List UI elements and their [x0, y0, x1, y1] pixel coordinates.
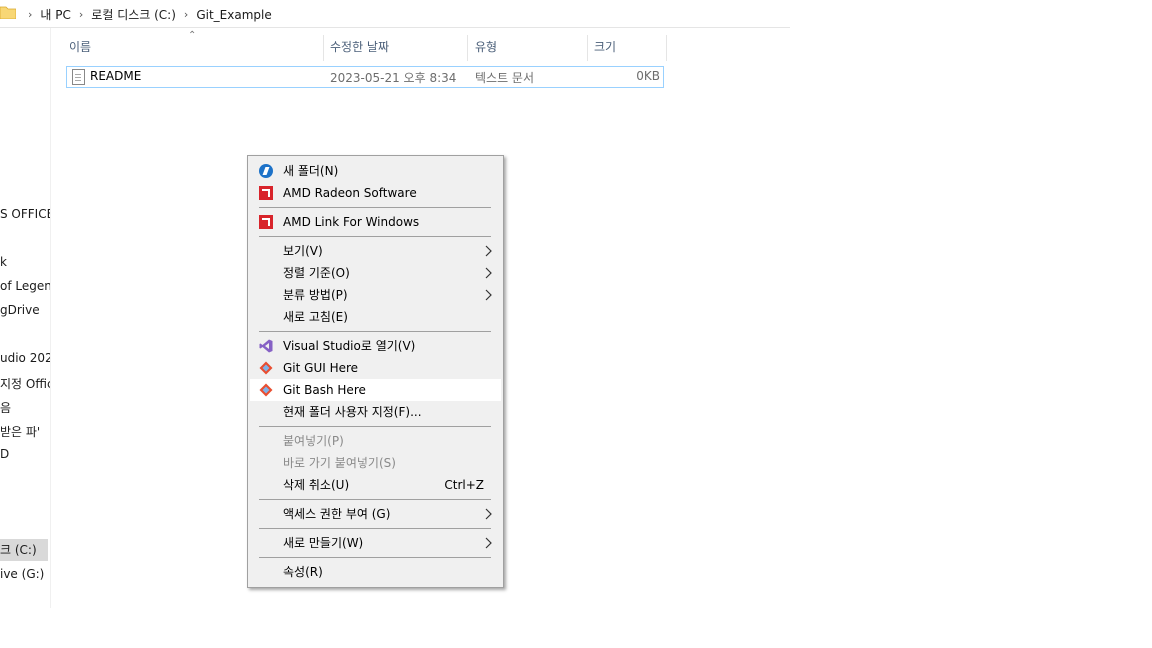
chevron-right-icon[interactable]: › — [79, 8, 83, 21]
menu-divider — [259, 557, 491, 558]
menu-item-group-by[interactable]: 분류 방법(P) — [250, 284, 501, 306]
navigation-pane: S OFFICE k of Legend gDrive udio 202 지정 … — [0, 28, 51, 608]
menu-item-paste[interactable]: 붙여넣기(P) — [250, 430, 501, 452]
menu-item-paste-shortcut[interactable]: 바로 가기 붙여넣기(S) — [250, 452, 501, 474]
menu-divider — [259, 499, 491, 500]
menu-item-git-bash[interactable]: Git Bash Here — [250, 379, 501, 401]
menu-divider — [259, 528, 491, 529]
breadcrumb-item-this-pc[interactable]: 내 PC — [40, 6, 70, 23]
nav-item[interactable]: udio 202 — [0, 351, 50, 365]
column-divider[interactable] — [666, 35, 667, 61]
sort-ascending-icon: ⌃ — [188, 30, 197, 41]
visual-studio-icon — [259, 339, 273, 353]
menu-item-new-folder[interactable]: 새 폴더(N) — [250, 160, 501, 182]
breadcrumb: › 내 PC › 로컬 디스크 (C:) › Git_Example — [20, 6, 272, 23]
file-name: README — [90, 69, 142, 83]
column-header-size[interactable]: 크기 — [594, 35, 616, 59]
breadcrumb-item-local-disk[interactable]: 로컬 디스크 (C:) — [91, 6, 176, 23]
nav-item[interactable]: of Legend — [0, 279, 50, 293]
menu-item-give-access[interactable]: 액세스 권한 부여 (G) — [250, 503, 501, 525]
menu-item-amd-link[interactable]: AMD Link For Windows — [250, 211, 501, 233]
file-date: 2023-05-21 오후 8:34 — [330, 71, 457, 85]
menu-divider — [259, 331, 491, 332]
column-divider[interactable] — [587, 35, 588, 61]
menu-item-new[interactable]: 새로 만들기(W) — [250, 532, 501, 554]
menu-divider — [259, 207, 491, 208]
git-icon — [259, 383, 273, 397]
column-header-name[interactable]: 이름 — [69, 35, 91, 59]
chevron-right-icon — [485, 537, 492, 549]
address-bar[interactable]: › 내 PC › 로컬 디스크 (C:) › Git_Example — [0, 0, 790, 28]
nav-item-drive-g[interactable]: ive (G:) — [0, 567, 44, 581]
chevron-right-icon — [485, 245, 492, 257]
column-header-date[interactable]: 수정한 날짜 — [330, 35, 389, 59]
file-size: 0KB — [636, 69, 660, 83]
breadcrumb-item-git-example[interactable]: Git_Example — [196, 8, 271, 22]
file-type: 텍스트 문서 — [475, 71, 535, 85]
menu-divider — [259, 236, 491, 237]
column-divider[interactable] — [323, 35, 324, 61]
nav-item[interactable]: gDrive — [0, 303, 40, 317]
chevron-right-icon[interactable]: › — [184, 8, 188, 21]
column-header-type[interactable]: 유형 — [475, 35, 497, 59]
amd-icon — [259, 215, 273, 229]
column-divider[interactable] — [467, 35, 468, 61]
file-row[interactable]: README 2023-05-21 오후 8:34 텍스트 문서 0KB — [66, 66, 664, 88]
menu-item-customize-folder[interactable]: 현재 폴더 사용자 지정(F)... — [250, 401, 501, 423]
chevron-right-icon — [485, 289, 492, 301]
context-menu: 새 폴더(N) AMD Radeon Software AMD Link For… — [247, 155, 504, 588]
nav-item[interactable]: S OFFICE — [0, 207, 50, 221]
menu-item-sort-by[interactable]: 정렬 기준(O) — [250, 262, 501, 284]
nav-item[interactable]: 지정 Offic — [0, 375, 50, 392]
git-icon — [259, 361, 273, 375]
chevron-right-icon — [485, 267, 492, 279]
menu-item-amd-radeon[interactable]: AMD Radeon Software — [250, 182, 501, 204]
chevron-right-icon[interactable]: › — [28, 8, 32, 21]
nav-item[interactable]: 음 — [0, 399, 11, 416]
nav-item-local-disk[interactable]: 크 (C:) — [0, 539, 48, 561]
nav-item[interactable]: 받은 파' — [0, 423, 40, 440]
menu-item-refresh[interactable]: 새로 고침(E) — [250, 306, 501, 328]
menu-item-properties[interactable]: 속성(R) — [250, 561, 501, 583]
nav-item[interactable]: k — [0, 255, 7, 269]
menu-item-git-gui[interactable]: Git GUI Here — [250, 357, 501, 379]
folder-icon — [0, 6, 16, 19]
shortcut-label: Ctrl+Z — [444, 478, 484, 492]
text-file-icon — [72, 69, 85, 85]
menu-item-open-visual-studio[interactable]: Visual Studio로 열기(V) — [250, 335, 501, 357]
chevron-right-icon — [485, 508, 492, 520]
menu-item-undo-delete[interactable]: 삭제 취소(U) Ctrl+Z — [250, 474, 501, 496]
menu-item-view[interactable]: 보기(V) — [250, 240, 501, 262]
amd-icon — [259, 186, 273, 200]
nav-item[interactable]: D — [0, 447, 9, 461]
new-folder-icon — [259, 164, 273, 178]
menu-divider — [259, 426, 491, 427]
